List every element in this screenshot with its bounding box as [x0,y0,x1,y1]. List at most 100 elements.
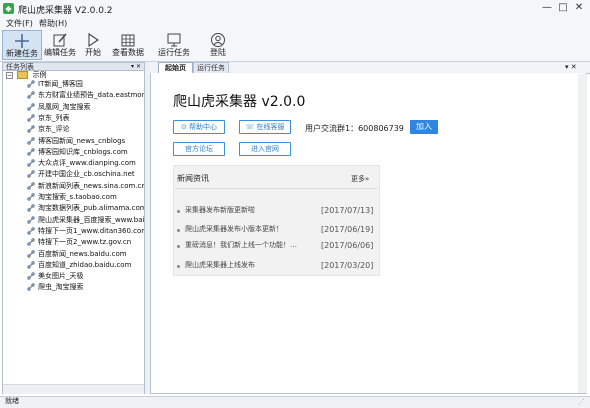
task-item-label: 爬山虎采集器_百度搜索_www.baidu [38,215,145,224]
join-button[interactable]: 加入 [410,120,438,134]
task-item-label: IT新闻_博客园 [38,80,83,88]
view-data-button[interactable]: 查看数据 [108,30,148,60]
task-item-label: 特搜下一页1_www.ditan360.com [38,226,145,235]
task-link-icon [27,283,35,292]
task-link-icon [27,261,35,269]
news-item-date: [2017/06/19] [321,225,374,234]
task-item-label: 百度新闻_news.baidu.com [38,249,127,258]
task-item-label: 淘宝搜索_s.taobao.com [38,193,117,201]
task-list-pin-close[interactable]: ▾ ✕ [131,63,141,71]
news-item-date: [2017/06/06] [321,241,374,250]
tab-run-task[interactable]: 运行任务 [193,62,229,73]
help-center-button[interactable]: ⊙ 帮助中心 [173,120,225,134]
news-bullet [177,210,180,213]
login-button[interactable]: 登陆 [200,30,236,60]
task-item-label: 博客园知识库_cnblogs.com [38,147,128,156]
news-bullet [177,265,180,268]
task-link-icon [27,227,35,235]
new-task-button[interactable]: 新建任务 [2,30,42,60]
run-task-label: 运行任务 [158,48,190,57]
run-task-button[interactable]: 运行任务 [154,30,194,60]
news-bullet [177,229,180,232]
task-item-label: 东方财富业绩预告_data.eastmoney [38,91,145,100]
minimize-button[interactable]: — [540,2,554,14]
task-tree: − 示例 IT新闻_博客园东方财富业绩预告_data.eastmoney 凤凰网_… [2,71,145,394]
vertical-scrollbar[interactable] [578,74,587,393]
news-header: 新闻资讯 [177,174,209,183]
task-link-icon [27,215,35,224]
window-title: 爬山虎采集器 V2.0.0.2 [18,6,113,16]
task-link-icon [27,125,35,133]
task-item-label: 美女图片_天极 [38,272,84,281]
task-link-icon [27,170,35,179]
task-link-icon [27,80,35,88]
grid-icon [121,34,135,47]
task-item-label: 淘宝数据列表_pub.alimama.com [38,204,145,213]
task-item-label: 京东_评论 [38,125,70,134]
official-forum-button[interactable]: 官方论坛 [173,142,225,156]
task-link-icon [27,204,35,212]
start-button[interactable]: 开始 [80,30,106,60]
menu-file[interactable]: 文件(F) [6,18,33,29]
phone-icon: ☏ [245,123,255,131]
edit-task-label: 编辑任务 [44,48,76,57]
news-item-title[interactable]: 爬山虎采集器发布小版本更新！ [185,225,283,234]
plus-icon [15,34,29,48]
news-item-date: [2017/07/13] [321,206,374,215]
task-item-label: 新浪新闻列表_news.sina.com.cn [38,181,145,190]
task-link-icon [27,148,35,156]
news-more-link[interactable]: 更多» [351,174,369,184]
online-support-label: 在线客服 [256,123,285,131]
news-bullet [177,245,180,248]
app-logo-icon: ◆ [3,3,14,14]
page-title: 爬山虎采集器 v2.0.0 [173,94,306,110]
task-list-header: 任务列表 ▾ ✕ [2,62,145,71]
task-item-label: 百度知道_zhidao.baidu.com [38,260,132,269]
news-item-title[interactable]: 重磅消息！我们新上线一个功能！… [185,241,297,250]
task-list-title: 任务列表 [6,63,34,71]
user-icon [211,33,225,47]
task-link-icon [27,181,35,190]
task-item-label: 开建中国企业_cb.oschina.net [38,170,135,179]
task-link-icon [27,102,35,111]
task-item-label: 爬虫_淘宝搜索 [38,283,84,292]
start-label: 开始 [85,48,101,57]
help-icon: ⊙ [180,123,187,131]
task-item-label: 凤凰网_淘宝搜索 [38,102,91,111]
tree-root-label: 示例 [32,71,47,79]
close-button[interactable]: ✕ [572,2,586,14]
online-support-button[interactable]: ☏ 在线客服 [239,120,291,134]
login-label: 登陆 [210,48,226,57]
monitor-icon [167,33,181,47]
task-item-label: 博客园新闻_news_cnblogs [38,136,126,145]
task-link-icon [27,238,35,246]
status-text: 就绪 [5,397,19,405]
menu-help[interactable]: 帮助(H) [39,18,67,29]
tab-menu-close[interactable]: ▾ ✕ [565,62,577,73]
task-link-icon [27,114,35,122]
task-link-icon [27,193,35,201]
task-item-label: 特搜下一页2_www.tz.gov.cn [38,238,132,247]
task-link-icon [27,136,35,145]
news-item-title[interactable]: 采集器发布新版更新啦 [185,206,255,215]
view-data-label: 查看数据 [112,48,144,57]
official-site-button[interactable]: 进入官网 [239,142,291,156]
edit-task-button[interactable]: 编辑任务 [42,30,78,60]
task-link-icon [27,91,35,99]
task-item-label: 大众点评_www.dianping.com [38,159,136,168]
help-center-label: 帮助中心 [189,123,218,131]
news-item-date: [2017/03/20] [321,261,374,270]
tree-root[interactable]: − 示例 [6,71,46,80]
qq-group-text: 用户交流群1：600806739 [305,124,404,133]
task-link-icon [27,159,35,167]
task-link-icon [27,249,35,258]
folder-icon [17,71,29,79]
resize-grip-icon[interactable]: ⋰ [578,398,585,406]
status-bar [0,396,590,408]
new-task-label: 新建任务 [6,49,38,58]
maximize-button[interactable]: □ [556,2,570,14]
news-item-title[interactable]: 爬山虎采集器上线发布 [185,261,255,270]
collapse-toggle[interactable]: − [6,71,13,79]
horizontal-scrollbar[interactable] [3,384,144,394]
tab-start-page[interactable]: 起始页 [158,62,193,73]
